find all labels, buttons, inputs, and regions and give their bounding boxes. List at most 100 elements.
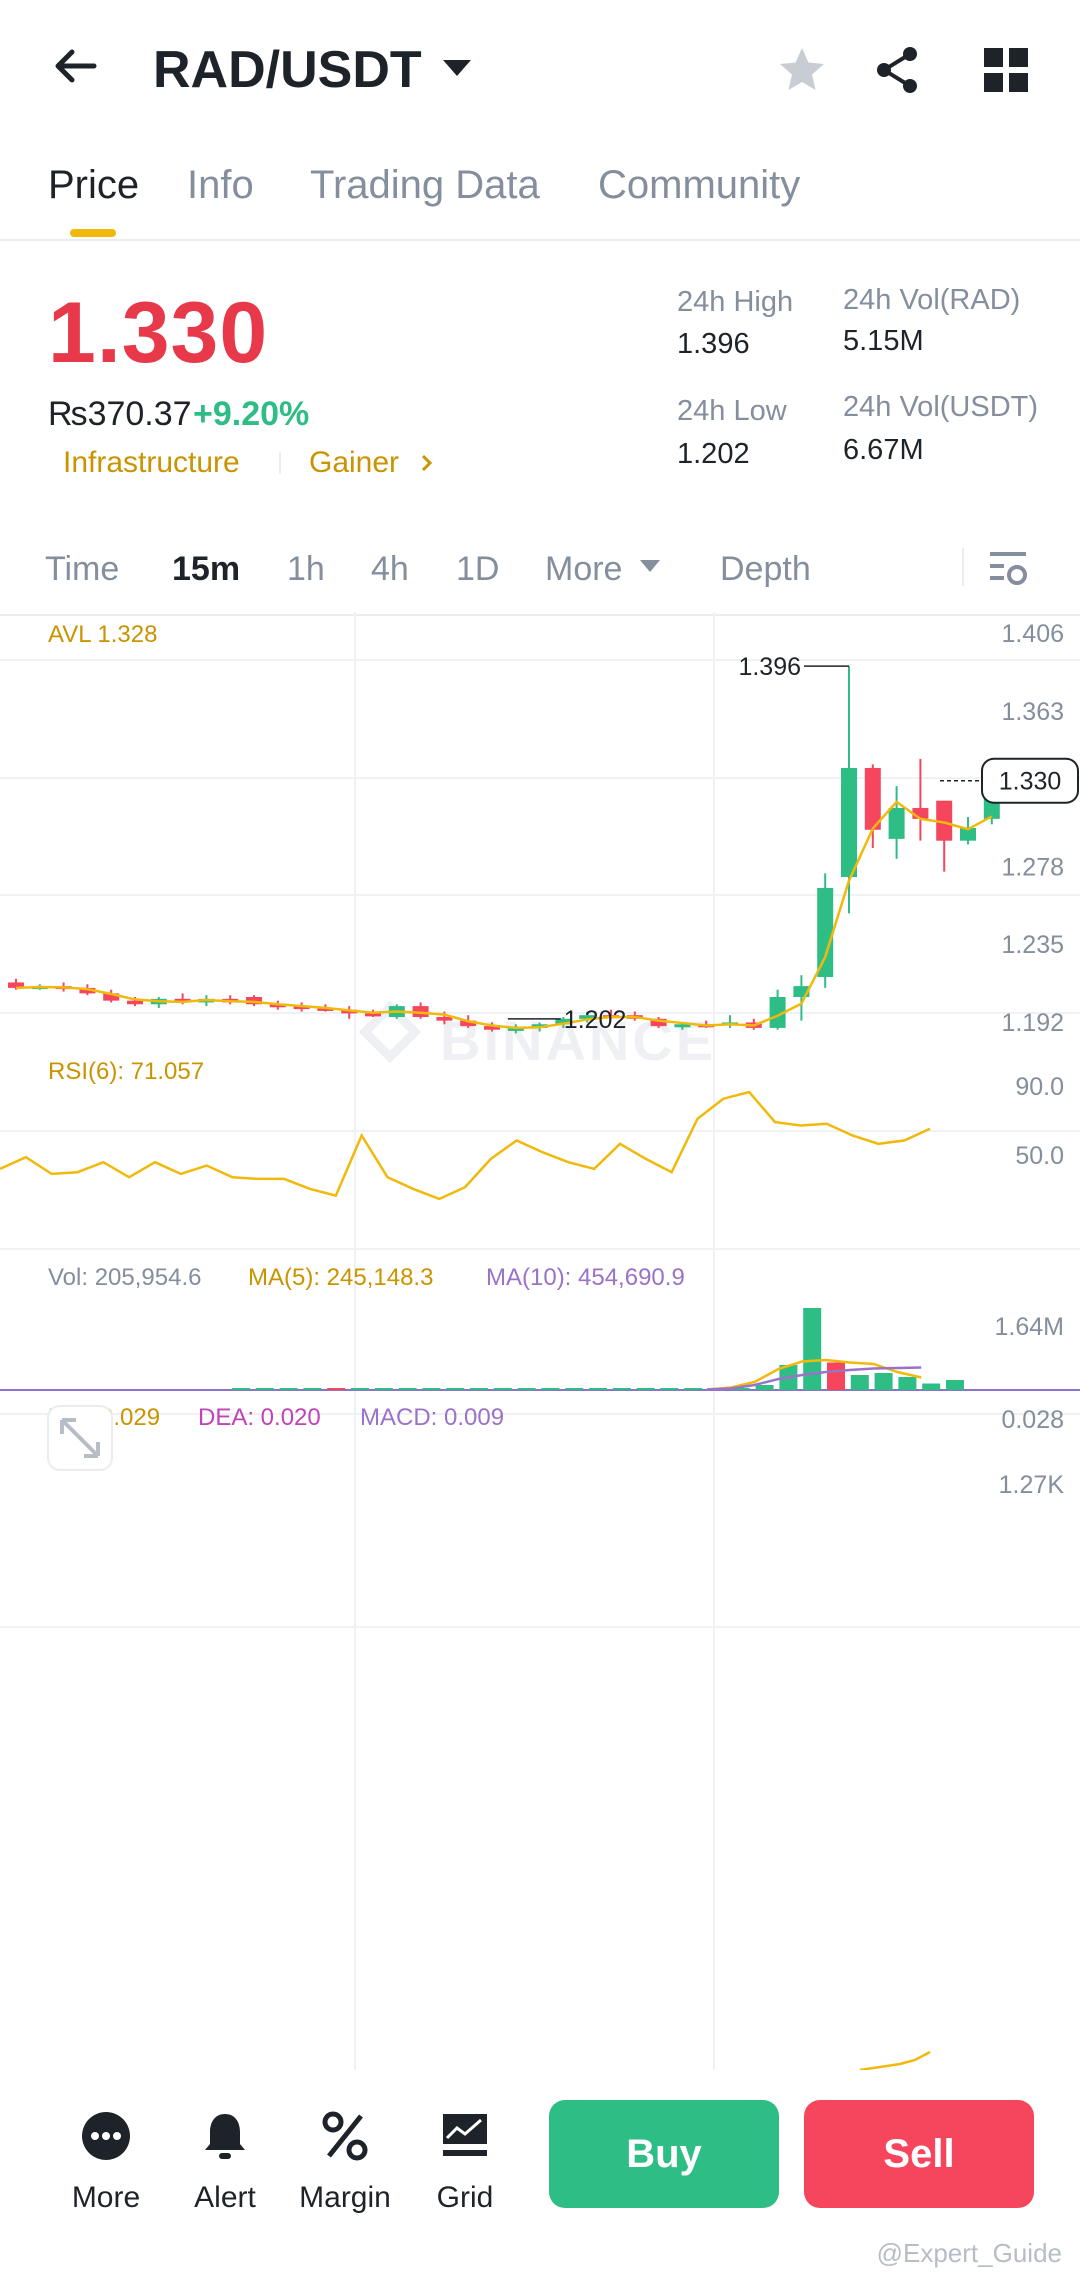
volume-bar xyxy=(850,1375,869,1390)
buy-button[interactable]: Buy xyxy=(549,2100,779,2208)
dif-line xyxy=(859,2050,931,2070)
avl-label: AVL 1.328 xyxy=(48,621,157,648)
tab-trading-data[interactable]: Trading Data xyxy=(310,163,540,208)
price-axis-label: 1.192 xyxy=(1001,1009,1064,1037)
volume-bar xyxy=(612,1388,631,1390)
interval-time[interactable]: Time xyxy=(45,550,119,589)
dea-label: DEA: 0.020 xyxy=(198,1404,321,1431)
volume-bar xyxy=(422,1388,441,1390)
alert-action[interactable]: Alert xyxy=(170,2108,280,2215)
vol-base-label: 24h Vol(RAD) xyxy=(843,284,1021,316)
percent-icon xyxy=(322,2111,368,2161)
grid-icon[interactable] xyxy=(980,44,1032,96)
fiat-price: ₨370.37 xyxy=(48,395,192,433)
volume-bar xyxy=(589,1388,607,1390)
sell-button[interactable]: Sell xyxy=(804,2100,1034,2208)
macd-axis-label: 0.028 xyxy=(1001,1406,1064,1434)
margin-action[interactable]: Margin xyxy=(290,2108,400,2215)
volume-bar xyxy=(351,1388,369,1390)
volume-bar xyxy=(327,1388,346,1390)
tab-price[interactable]: Price xyxy=(48,163,139,208)
volume-bar xyxy=(470,1388,488,1390)
caret-down-icon[interactable] xyxy=(443,60,471,76)
grid-bot-icon xyxy=(443,2114,487,2156)
volume-bar xyxy=(303,1388,322,1390)
volume-bar xyxy=(684,1388,703,1390)
volume-bar xyxy=(541,1388,560,1390)
volume-bar xyxy=(922,1383,941,1390)
volume-bar xyxy=(636,1388,655,1390)
volume-bar xyxy=(517,1388,536,1390)
current-price-label: 1.330 xyxy=(999,768,1062,796)
volume-bar xyxy=(374,1388,393,1390)
tag-infrastructure[interactable]: Infrastructure xyxy=(63,446,240,480)
top-bar: RAD/USDT xyxy=(0,0,1080,145)
vol-ma5-label: MA(5): 245,148.3 xyxy=(248,1264,433,1291)
active-tab-indicator xyxy=(70,229,116,237)
rsi-line xyxy=(0,1090,931,1201)
volume-bar xyxy=(946,1380,964,1390)
volume-bar xyxy=(803,1308,822,1390)
volume-bar xyxy=(898,1377,917,1390)
pair-selector[interactable]: RAD/USDT xyxy=(153,40,422,100)
volume-bar xyxy=(446,1388,465,1390)
alert-label: Alert xyxy=(194,2181,256,2214)
volume-bar xyxy=(279,1388,298,1390)
rsi-axis-label: 50.0 xyxy=(1015,1142,1064,1170)
low-value: 1.202 xyxy=(677,438,750,470)
interval-4h[interactable]: 4h xyxy=(371,550,409,589)
high-marker-label: 1.396 xyxy=(738,653,801,681)
interval-15m[interactable]: 15m xyxy=(172,550,240,589)
tag-gainer[interactable]: Gainer xyxy=(309,446,399,480)
volume-bar xyxy=(565,1388,584,1390)
candle-body xyxy=(817,887,834,978)
volume-bar xyxy=(660,1388,679,1390)
vol-ma10-label: MA(10): 454,690.9 xyxy=(486,1264,685,1291)
volume-bar xyxy=(232,1388,250,1390)
volume-bar xyxy=(493,1388,512,1390)
high-value: 1.396 xyxy=(677,328,750,360)
last-price: 1.330 xyxy=(48,285,269,381)
more-dots-icon xyxy=(82,2112,130,2160)
high-label: 24h High xyxy=(677,286,794,318)
vol-quote-value: 6.67M xyxy=(843,434,924,466)
price-axis-label: 1.235 xyxy=(1001,931,1064,959)
candle-body xyxy=(436,1017,453,1021)
chart-settings-icon[interactable] xyxy=(986,546,1030,590)
volume-bar xyxy=(755,1385,774,1390)
volume-bar xyxy=(874,1373,893,1390)
kline-chart[interactable]: BINANCE AVL 1.328 1.4061.3631.3201.2781.… xyxy=(0,612,1080,2070)
low-label: 24h Low xyxy=(677,395,787,427)
volume-bar xyxy=(827,1362,845,1390)
bottom-action-bar: More Alert Margin Grid Buy Sell @Expert_… xyxy=(0,2070,1080,2272)
chevron-right-icon[interactable] xyxy=(418,450,436,476)
more-action[interactable]: More xyxy=(51,2108,161,2215)
depth-tab[interactable]: Depth xyxy=(720,550,811,589)
price-axis-label: 1.363 xyxy=(1001,698,1064,726)
share-icon[interactable] xyxy=(872,44,924,96)
price-axis-label: 1.406 xyxy=(1001,620,1064,648)
expand-chart-button[interactable] xyxy=(47,1405,113,1471)
more-caret-icon[interactable] xyxy=(640,560,660,572)
watermark-credit: @Expert_Guide xyxy=(876,2238,1062,2268)
volume-bar xyxy=(255,1388,274,1390)
low-marker-label: 1.202 xyxy=(564,1006,627,1034)
rsi-label: RSI(6): 71.057 xyxy=(48,1058,204,1085)
margin-label: Margin xyxy=(299,2181,391,2214)
vol-axis-label: 1.64M xyxy=(995,1313,1064,1341)
star-icon[interactable] xyxy=(776,44,828,96)
interval-1d[interactable]: 1D xyxy=(456,550,499,589)
interval-more[interactable]: More xyxy=(545,550,622,589)
rsi-axis-label: 90.0 xyxy=(1015,1073,1064,1101)
tab-info[interactable]: Info xyxy=(187,163,254,208)
tab-community[interactable]: Community xyxy=(598,163,800,208)
candle-body xyxy=(888,807,905,839)
grid-action[interactable]: Grid xyxy=(410,2108,520,2215)
interval-divider xyxy=(962,548,964,586)
tag-divider xyxy=(279,452,281,474)
back-arrow-icon[interactable] xyxy=(48,38,104,94)
interval-1h[interactable]: 1h xyxy=(287,550,325,589)
candle-body xyxy=(127,1000,143,1005)
macd-label: MACD: 0.009 xyxy=(360,1404,504,1431)
candle-body xyxy=(841,767,857,878)
